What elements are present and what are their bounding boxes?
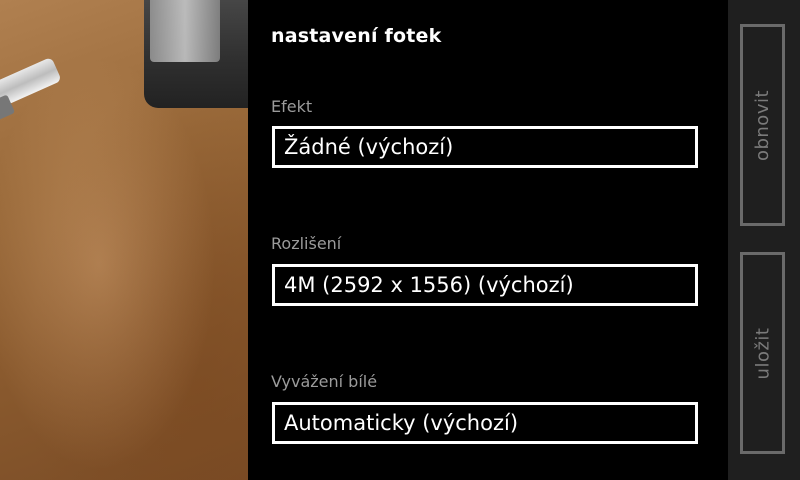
save-button-label: uložit <box>752 327 773 379</box>
resolution-value: 4M (2592 x 1556) (výchozí) <box>284 273 574 297</box>
white-balance-picker[interactable]: Automaticky (výchozí) <box>272 402 698 444</box>
effect-value: Žádné (výchozí) <box>284 135 454 159</box>
save-button[interactable]: uložit <box>740 252 785 454</box>
white-balance-label: Vyvážení bílé <box>271 372 378 391</box>
white-balance-value: Automaticky (výchozí) <box>284 411 519 435</box>
effect-picker[interactable]: Žádné (výchozí) <box>272 126 698 168</box>
resolution-picker[interactable]: 4M (2592 x 1556) (výchozí) <box>272 264 698 306</box>
resolution-label: Rozlišení <box>271 234 342 253</box>
camera-viewfinder <box>0 0 248 480</box>
photo-settings-panel: nastavení fotek Efekt Žádné (výchozí) Ro… <box>248 0 728 480</box>
reset-button[interactable]: obnovit <box>740 24 785 226</box>
reset-button-label: obnovit <box>752 89 774 161</box>
page-title: nastavení fotek <box>271 25 442 47</box>
effect-label: Efekt <box>271 97 313 116</box>
viewfinder-metal-object <box>150 0 220 62</box>
app-bar: obnovit uložit <box>728 0 800 480</box>
